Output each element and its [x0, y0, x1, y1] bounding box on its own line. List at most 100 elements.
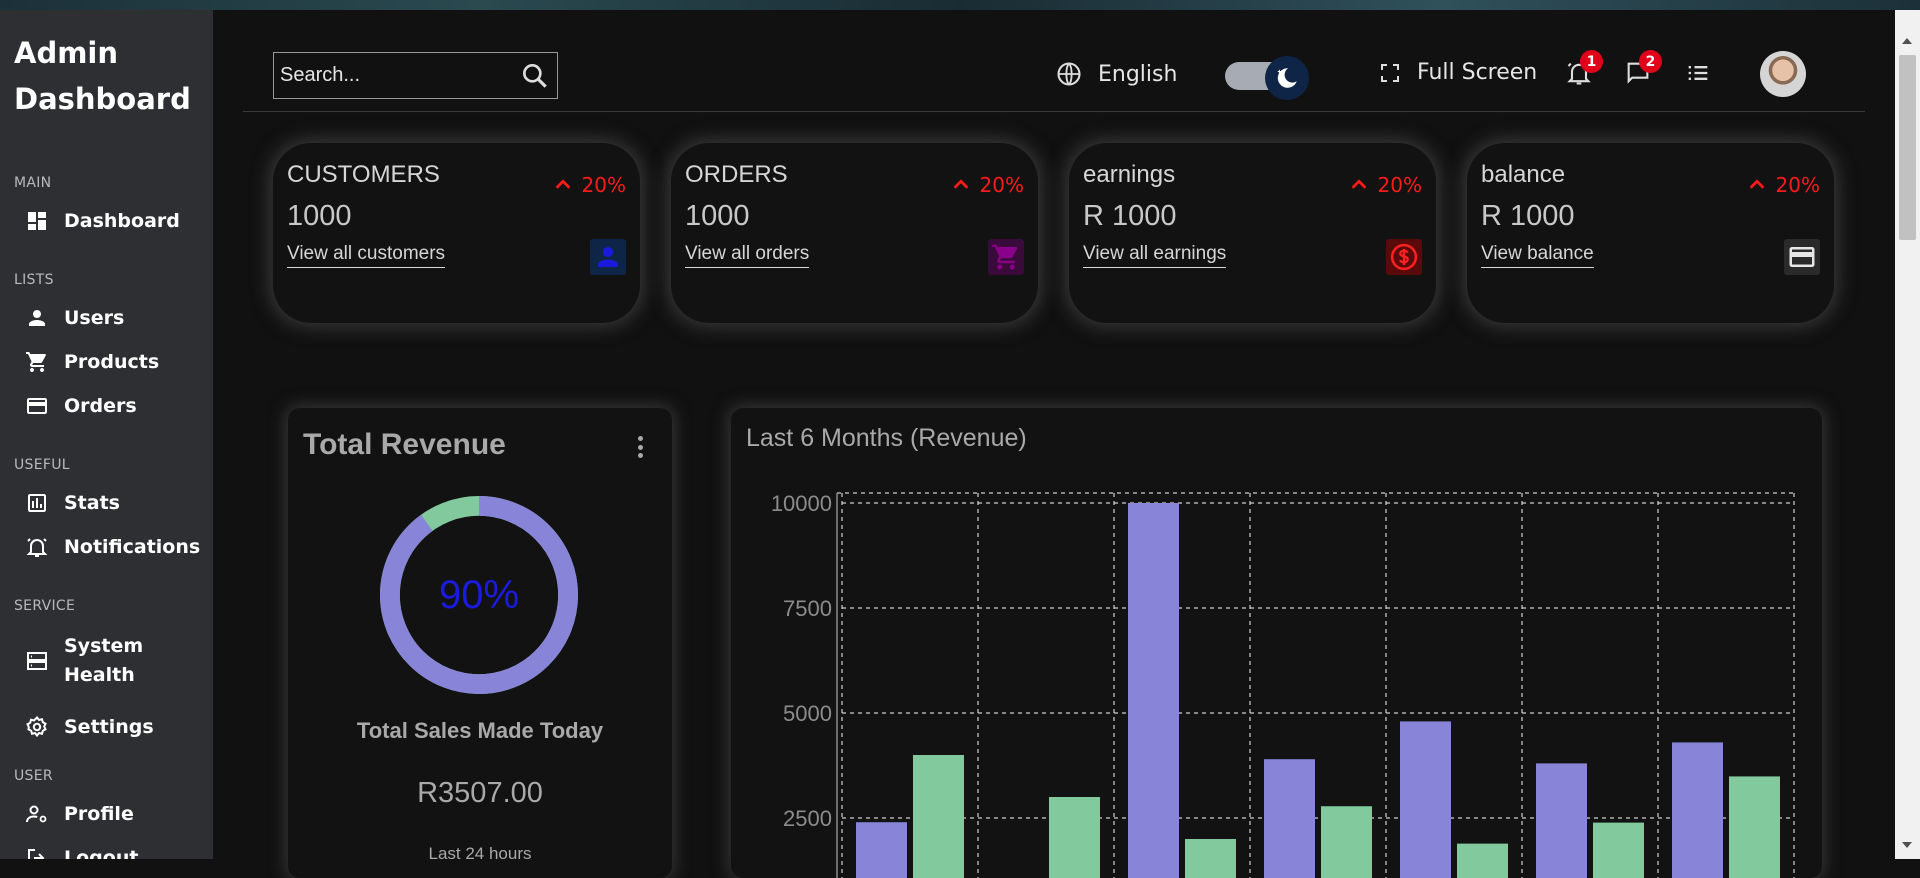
app-logo[interactable]: Admin Dashboard [14, 30, 204, 122]
sidebar-item-logout[interactable]: Logout [24, 845, 138, 859]
sidebar-item-stats[interactable]: Stats [24, 490, 120, 516]
bar [1729, 776, 1780, 878]
widget-link[interactable]: View all earnings [1083, 243, 1227, 268]
menu-list-button[interactable] [1684, 59, 1712, 87]
gear-icon [24, 714, 50, 740]
widget-orders: ORDERS 1000 View all orders 20% [671, 143, 1038, 323]
fullscreen-button[interactable]: Full Screen [1378, 60, 1537, 85]
sidebar-item-users[interactable]: Users [24, 305, 124, 331]
sidebar-item-profile[interactable]: Profile [24, 801, 134, 827]
revenue-amount: R3507.00 [417, 777, 543, 809]
section-title-user: USER [14, 768, 53, 784]
bar [1536, 763, 1587, 878]
widget-link[interactable]: View all customers [287, 243, 446, 268]
sidebar-item-system-health[interactable]: System Health [24, 632, 154, 690]
navbar-divider [243, 111, 1865, 112]
widget-value: R 1000 [1083, 200, 1177, 232]
sidebar-item-dashboard[interactable]: Dashboard [24, 208, 180, 234]
globe-icon [1057, 62, 1081, 86]
sidebar-item-label: Orders [64, 395, 137, 417]
notifications-button[interactable]: 1 [1565, 50, 1603, 87]
bar [1593, 822, 1644, 878]
sidebar-item-notifications[interactable]: Notifications [24, 534, 200, 560]
widget-percentage: 20% [1348, 173, 1422, 197]
widget-title: earnings [1083, 161, 1176, 188]
y-tick-label: 7500 [783, 596, 832, 621]
widget-value: R 1000 [1481, 200, 1575, 232]
search-icon[interactable] [519, 60, 551, 92]
bar [913, 755, 964, 878]
widget-percent-value: 20% [1775, 173, 1820, 197]
revenue-subtitle: Total Sales Made Today [356, 718, 604, 743]
sidebar: Admin Dashboard MAIN Dashboard LISTS Use… [0, 10, 213, 859]
chevron-up-icon [953, 179, 968, 189]
sidebar-item-label: Settings [64, 716, 154, 738]
sidebar-item-orders[interactable]: Orders [24, 393, 137, 419]
sidebar-item-label: Stats [64, 492, 120, 514]
language-label: English [1098, 61, 1178, 87]
widget-percentage: 20% [1746, 173, 1820, 197]
widget-percentage: 20% [552, 173, 626, 197]
bar [1457, 843, 1508, 878]
scroll-down-arrow[interactable] [1902, 842, 1912, 848]
total-revenue-panel: Total Revenue 90% Total Sales Made Today… [288, 408, 672, 878]
page-scrollbar[interactable] [1895, 10, 1920, 859]
search-box [273, 52, 558, 99]
credit-card-icon [24, 393, 50, 419]
cart-icon [24, 349, 50, 375]
widget-value: 1000 [685, 200, 750, 232]
fullscreen-label: Full Screen [1417, 60, 1538, 85]
revenue-progress-label: 90% [438, 572, 520, 617]
logout-icon [24, 845, 50, 859]
bar-chart: 10000 7500 5000 2500 [771, 491, 1795, 878]
bar [1672, 742, 1723, 878]
widget-customers: CUSTOMERS 1000 View all customers 20% [273, 143, 640, 323]
sidebar-item-label: Dashboard [64, 210, 180, 232]
main-content: English Full Screen 1 2 CUSTOMERS 1000 V… [213, 10, 1895, 878]
widget-link[interactable]: View all orders [685, 243, 810, 268]
messages-badge: 2 [1639, 50, 1662, 73]
storage-icon [24, 648, 50, 674]
dollar-icon [1386, 239, 1422, 275]
list-icon [1688, 66, 1708, 80]
moon-icon [1265, 56, 1309, 100]
avatar[interactable] [1760, 51, 1806, 97]
scroll-up-arrow[interactable] [1902, 38, 1912, 44]
sidebar-item-settings[interactable]: Settings [24, 714, 154, 740]
bar [856, 822, 907, 878]
widget-percent-value: 20% [581, 173, 626, 197]
section-title-main: MAIN [14, 175, 52, 191]
chart-icon [24, 490, 50, 516]
sidebar-item-label: Products [64, 351, 160, 373]
sidebar-item-label: Logout [64, 847, 139, 859]
widget-percent-value: 20% [979, 173, 1024, 197]
sidebar-item-products[interactable]: Products [24, 349, 159, 375]
scroll-thumb[interactable] [1899, 55, 1916, 240]
person-icon [590, 239, 626, 275]
search-input[interactable] [280, 64, 515, 87]
widget-value: 1000 [287, 200, 352, 232]
more-vert-icon[interactable] [638, 436, 644, 458]
bar [1400, 721, 1451, 878]
widget-link[interactable]: View balance [1481, 243, 1594, 268]
revenue-title: Total Revenue [303, 428, 506, 461]
revenue-period: Last 24 hours [428, 844, 532, 863]
y-tick-label: 5000 [783, 701, 832, 726]
fullscreen-icon [1381, 63, 1399, 82]
section-title-useful: USEFUL [14, 457, 70, 473]
sidebar-item-label: Notifications [64, 536, 201, 558]
language-selector[interactable]: English [1055, 60, 1177, 88]
dark-mode-toggle[interactable] [1225, 56, 1312, 100]
bar [1264, 759, 1315, 878]
chevron-up-icon [1749, 179, 1764, 189]
notifications-badge: 1 [1580, 50, 1603, 73]
sidebar-item-label: Users [64, 307, 125, 329]
widget-title: CUSTOMERS [287, 161, 440, 188]
chevron-up-icon [555, 179, 570, 189]
credit-card-icon [1784, 239, 1820, 275]
y-tick-label: 2500 [783, 806, 832, 831]
revenue-chart-panel: Last 6 Months (Revenue) 10000 7500 5000 250… [731, 408, 1822, 878]
widget-earnings: earnings R 1000 View all earnings 20% [1069, 143, 1436, 323]
messages-button[interactable]: 2 [1624, 50, 1662, 87]
dashboard-icon [24, 208, 50, 234]
